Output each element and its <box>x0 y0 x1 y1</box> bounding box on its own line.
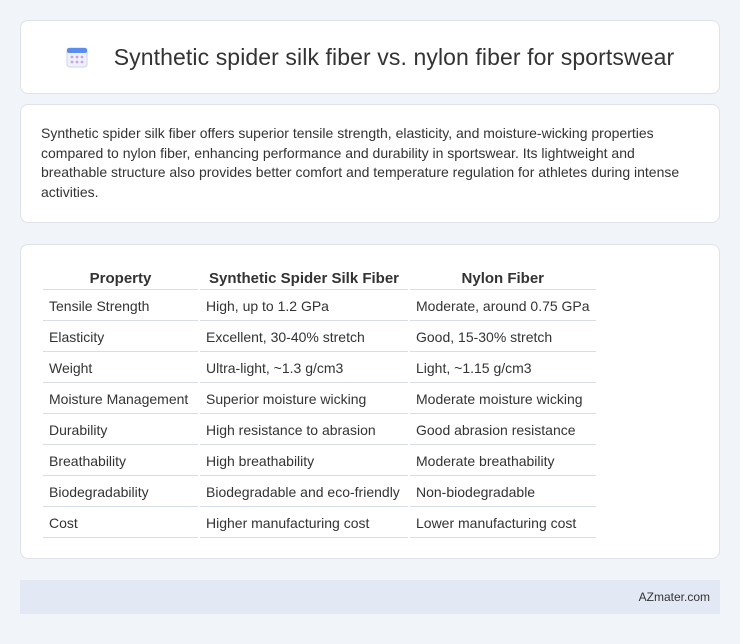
table-header-row: Property Synthetic Spider Silk Fiber Nyl… <box>43 268 596 290</box>
header-property: Property <box>43 268 198 290</box>
footer-brand[interactable]: AZmater.com <box>639 590 710 604</box>
table-row: Cost Higher manufacturing cost Lower man… <box>43 509 596 538</box>
spider-silk-cell: High resistance to abrasion <box>200 416 408 445</box>
table-row: Tensile Strength High, up to 1.2 GPa Mod… <box>43 292 596 321</box>
spider-silk-cell: Ultra-light, ~1.3 g/cm3 <box>200 354 408 383</box>
nylon-cell: Non-biodegradable <box>410 478 596 507</box>
header-nylon: Nylon Fiber <box>410 268 596 290</box>
summary-text: Synthetic spider silk fiber offers super… <box>41 125 680 200</box>
nylon-cell: Moderate breathability <box>410 447 596 476</box>
property-cell: Weight <box>43 354 198 383</box>
title-card: Synthetic spider silk fiber vs. nylon fi… <box>20 20 720 94</box>
spider-silk-cell: Superior moisture wicking <box>200 385 408 414</box>
summary-card: Synthetic spider silk fiber offers super… <box>20 104 720 223</box>
nylon-cell: Moderate moisture wicking <box>410 385 596 414</box>
spider-silk-cell: Excellent, 30-40% stretch <box>200 323 408 352</box>
nylon-cell: Light, ~1.15 g/cm3 <box>410 354 596 383</box>
table-row: Biodegradability Biodegradable and eco-f… <box>43 478 596 507</box>
property-cell: Cost <box>43 509 198 538</box>
table-row: Weight Ultra-light, ~1.3 g/cm3 Light, ~1… <box>43 354 596 383</box>
calendar-grid-icon <box>66 45 88 69</box>
table-row: Elasticity Excellent, 30-40% stretch Goo… <box>43 323 596 352</box>
table-row: Breathability High breathability Moderat… <box>43 447 596 476</box>
comparison-table: Property Synthetic Spider Silk Fiber Nyl… <box>41 266 598 540</box>
property-cell: Breathability <box>43 447 198 476</box>
page-title: Synthetic spider silk fiber vs. nylon fi… <box>113 43 675 70</box>
property-cell: Elasticity <box>43 323 198 352</box>
nylon-cell: Good, 15-30% stretch <box>410 323 596 352</box>
nylon-cell: Moderate, around 0.75 GPa <box>410 292 596 321</box>
nylon-cell: Good abrasion resistance <box>410 416 596 445</box>
spider-silk-cell: High, up to 1.2 GPa <box>200 292 408 321</box>
title-row: Synthetic spider silk fiber vs. nylon fi… <box>66 44 675 71</box>
property-cell: Biodegradability <box>43 478 198 507</box>
spider-silk-cell: Biodegradable and eco-friendly <box>200 478 408 507</box>
table-card: Property Synthetic Spider Silk Fiber Nyl… <box>20 244 720 559</box>
property-cell: Tensile Strength <box>43 292 198 321</box>
spider-silk-cell: Higher manufacturing cost <box>200 509 408 538</box>
property-cell: Moisture Management <box>43 385 198 414</box>
table-row: Moisture Management Superior moisture wi… <box>43 385 596 414</box>
header-spider-silk: Synthetic Spider Silk Fiber <box>200 268 408 290</box>
property-cell: Durability <box>43 416 198 445</box>
table-row: Durability High resistance to abrasion G… <box>43 416 596 445</box>
nylon-cell: Lower manufacturing cost <box>410 509 596 538</box>
spider-silk-cell: High breathability <box>200 447 408 476</box>
footer-bar: AZmater.com <box>20 580 720 614</box>
